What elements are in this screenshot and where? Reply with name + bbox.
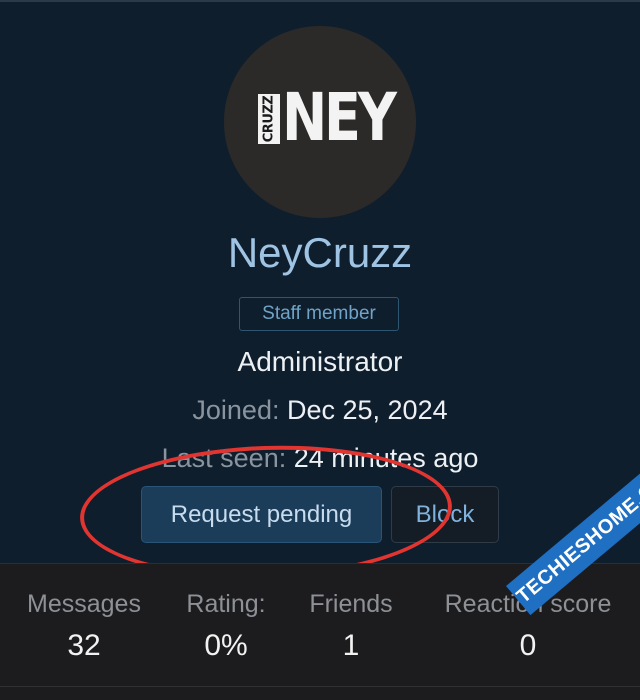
stat-label: Friends [309, 590, 393, 618]
joined-info: Joined: Dec 25, 2024 [0, 392, 640, 428]
username[interactable]: NeyCruzz [0, 228, 640, 278]
profile-header: CRUZZ NEY NeyCruzz Staff member Administ… [0, 0, 640, 585]
stat-friends[interactable]: Friends 1 [296, 588, 406, 666]
last-seen-value: 24 minutes ago [293, 443, 479, 473]
stat-rating[interactable]: Rating: 0% [176, 588, 276, 666]
stat-value: 32 [67, 629, 101, 662]
stat-label: Messages [27, 590, 141, 618]
avatar-logo: CRUZZ NEY [258, 80, 397, 156]
stat-messages[interactable]: Messages 32 [14, 588, 154, 666]
divider [0, 686, 640, 687]
joined-date: Dec 25, 2024 [286, 395, 448, 425]
stat-value: 0 [519, 629, 537, 662]
logo-small-text: CRUZZ [261, 95, 277, 143]
staff-badge: Staff member [239, 297, 399, 331]
request-pending-button[interactable]: Request pending [141, 486, 382, 543]
last-seen-info: Last seen: 24 minutes ago [0, 440, 640, 476]
stat-value: 0% [204, 629, 248, 662]
logo-badge: CRUZZ [258, 94, 280, 144]
avatar[interactable]: CRUZZ NEY [224, 26, 416, 218]
last-seen-label: Last seen: [161, 443, 287, 473]
logo-main-text: NEY [282, 79, 397, 156]
joined-label: Joined: [192, 395, 280, 425]
block-button[interactable]: Block [391, 486, 499, 543]
stat-value: 1 [342, 629, 360, 662]
user-role: Administrator [237, 346, 403, 377]
stat-label: Rating: [186, 590, 266, 618]
